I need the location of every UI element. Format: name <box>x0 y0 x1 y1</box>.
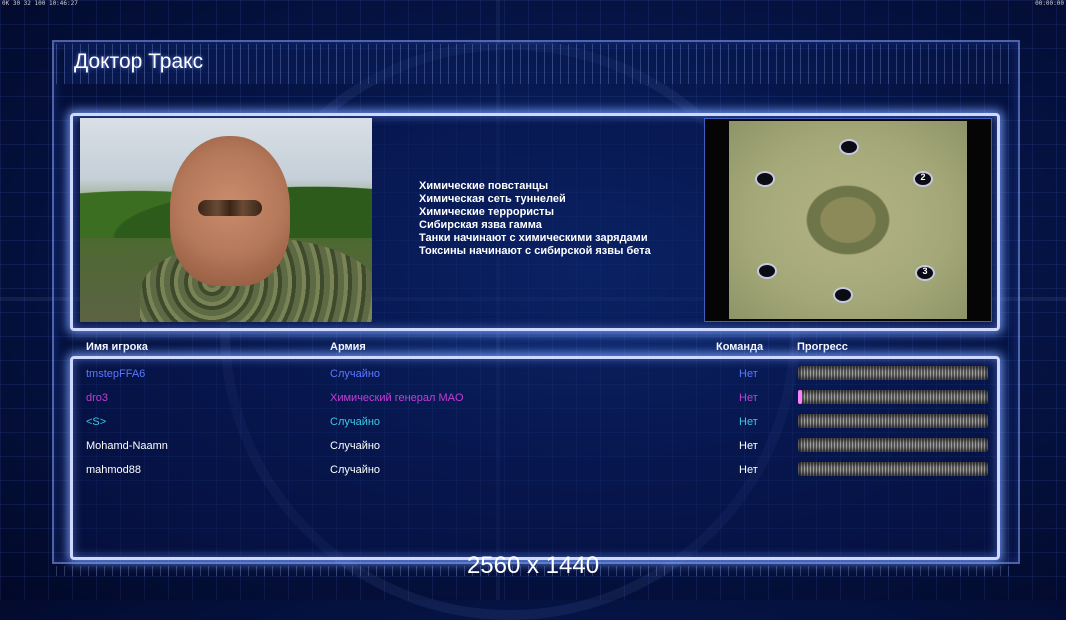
spawn-point <box>757 263 777 279</box>
player-row: Mohamd-Naamn Случайно Нет <box>0 437 1066 457</box>
player-team: Нет <box>739 464 758 476</box>
player-row: <S> Случайно Нет <box>0 413 1066 433</box>
player-name: Mohamd-Naamn <box>86 440 168 452</box>
trait-line: Химические террористы <box>419 206 554 218</box>
trait-line: Токсины начинают с сибирской язвы бета <box>419 245 651 257</box>
trait-line: Химическая сеть туннелей <box>419 193 566 205</box>
minimap: 2 3 <box>704 118 992 322</box>
resolution-label: 2560 x 1440 <box>466 552 600 579</box>
player-team: Нет <box>739 368 758 380</box>
general-portrait <box>80 118 372 322</box>
player-row: mahmod88 Случайно Нет <box>0 461 1066 481</box>
trait-line: Химические повстанцы <box>419 180 549 192</box>
spawn-point <box>755 171 775 187</box>
progress-bar <box>798 438 988 452</box>
progress-bar <box>798 366 988 380</box>
progress-bar <box>798 462 988 476</box>
spawn-point: 2 <box>913 171 933 187</box>
status-right: 00:00:00 <box>1035 0 1064 7</box>
player-army: Случайно <box>330 464 381 476</box>
progress-fill <box>798 390 802 404</box>
spawn-point: 3 <box>915 265 935 281</box>
progress-bar <box>798 390 988 404</box>
spawn-point <box>839 139 859 155</box>
header-player-name: Имя игрока <box>86 341 148 353</box>
trait-line: Сибирская язва гамма <box>419 219 542 231</box>
player-army: Случайно <box>330 368 381 380</box>
player-name: <S> <box>86 416 107 428</box>
player-team: Нет <box>739 440 758 452</box>
header-progress: Прогресс <box>797 341 848 353</box>
portrait-eyes <box>198 200 262 216</box>
player-row: tmstepFFA6 Случайно Нет <box>0 365 1066 385</box>
player-army: Химический генерал MAO <box>330 392 464 404</box>
trait-line: Танки начинают с химическими зарядами <box>419 232 648 244</box>
progress-bar <box>798 414 988 428</box>
player-row: dro3 Химический генерал MAO Нет <box>0 389 1066 409</box>
spawn-point <box>833 287 853 303</box>
player-team: Нет <box>739 392 758 404</box>
spawn-label: 2 <box>920 172 926 182</box>
status-left: 0K 30 32 100 10:46:27 <box>2 0 78 7</box>
minimap-terrain: 2 3 <box>729 121 967 319</box>
general-traits-list: Химические повстанцы Химическая сеть тун… <box>419 180 651 258</box>
player-army: Случайно <box>330 416 381 428</box>
status-bar: 0K 30 32 100 10:46:27 00:00:00 <box>0 0 1066 8</box>
player-team: Нет <box>739 416 758 428</box>
player-list-panel <box>70 356 1000 560</box>
spawn-label: 3 <box>922 266 928 276</box>
player-name: dro3 <box>86 392 109 404</box>
player-army: Случайно <box>330 440 381 452</box>
player-name: tmstepFFA6 <box>86 368 146 380</box>
player-name: mahmod88 <box>86 464 142 476</box>
header-army: Армия <box>330 341 366 353</box>
header-team: Команда <box>716 341 764 353</box>
general-title: Доктор Тракс <box>74 50 204 73</box>
